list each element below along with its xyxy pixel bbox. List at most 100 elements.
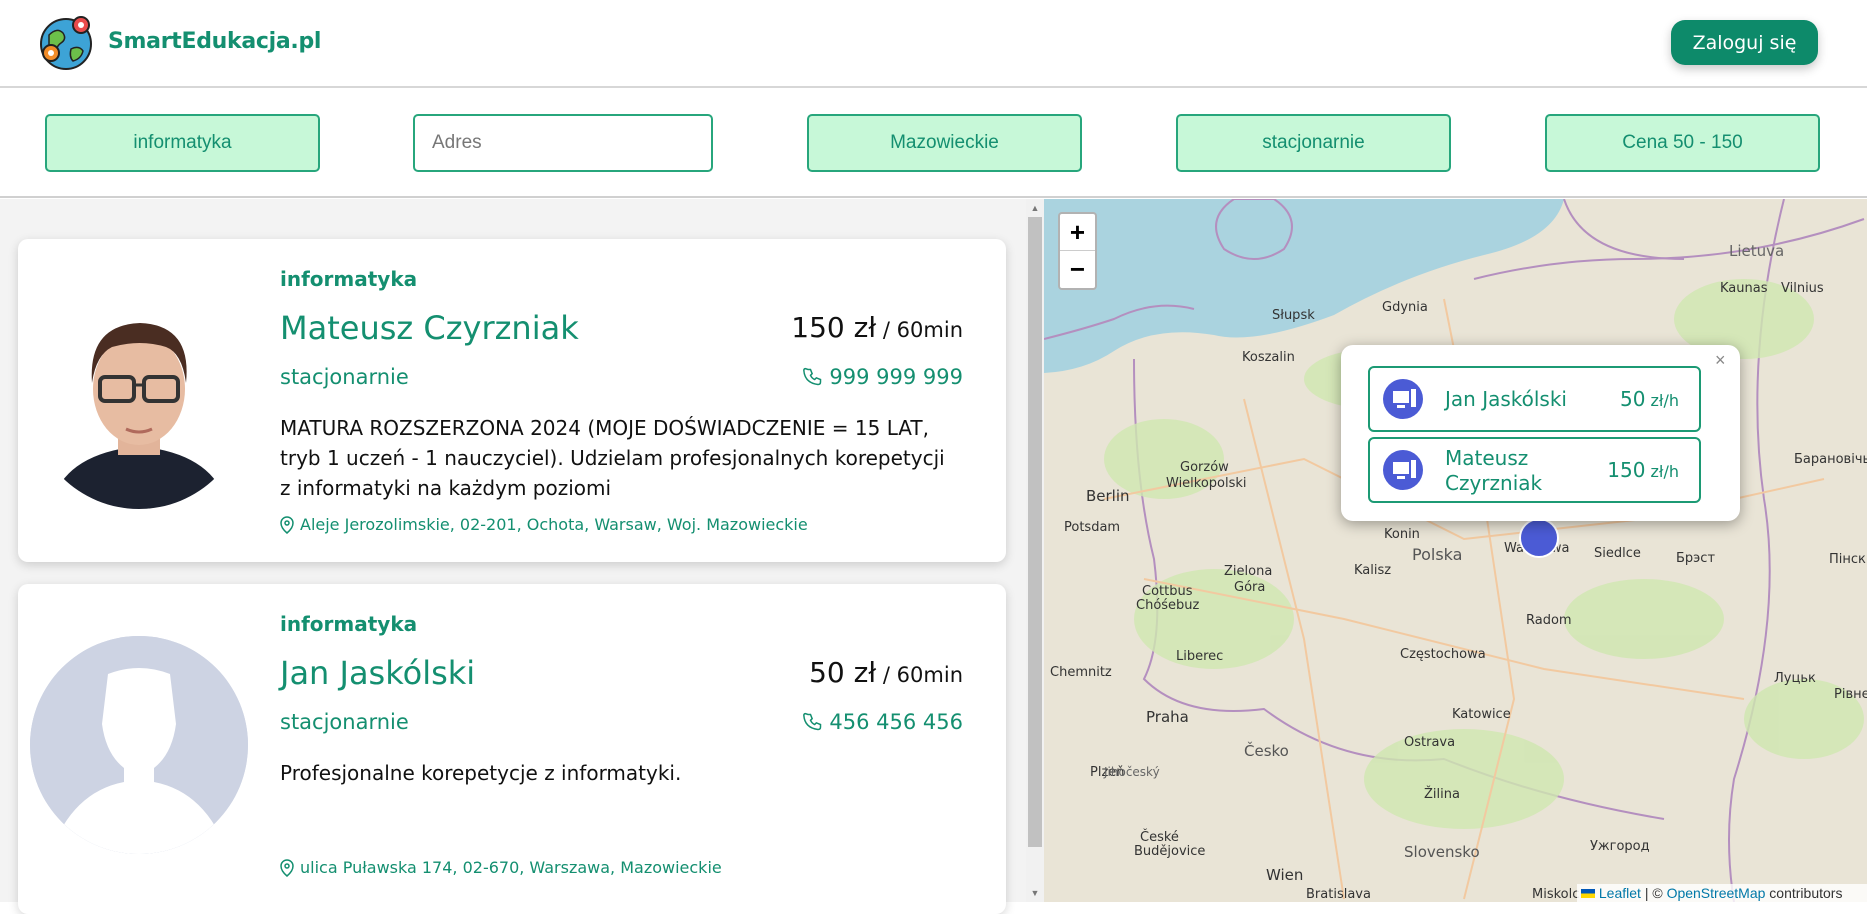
- tutor-price: 50 zł / 60min: [809, 656, 963, 689]
- tutor-subject: informatyka: [280, 267, 418, 291]
- leaflet-link[interactable]: Leaflet: [1599, 885, 1641, 901]
- svg-text:Miskolc: Miskolc: [1532, 887, 1579, 902]
- svg-text:Chóśebuz: Chóśebuz: [1136, 598, 1200, 613]
- price-unit: zł/h: [1645, 462, 1679, 481]
- svg-text:Lietuva: Lietuva: [1729, 242, 1784, 260]
- scrollbar-thumb[interactable]: [1028, 217, 1042, 847]
- popup-tutor-name: Mateusz Czyrzniak: [1445, 446, 1543, 495]
- map-attribution: Leaflet | © OpenStreetMap contributors: [1577, 884, 1867, 902]
- svg-text:Gdynia: Gdynia: [1382, 300, 1428, 315]
- svg-text:Wien: Wien: [1266, 866, 1303, 884]
- svg-text:Рівне: Рівне: [1834, 687, 1867, 702]
- price-value: 150: [1607, 458, 1646, 482]
- tutor-price: 150 zł / 60min: [791, 311, 963, 344]
- svg-text:Częstochowa: Częstochowa: [1400, 647, 1486, 662]
- svg-text:Budějovice: Budějovice: [1134, 844, 1205, 859]
- svg-text:Siedlce: Siedlce: [1594, 546, 1641, 561]
- price-value: 50 zł: [809, 656, 877, 689]
- price-value: 50: [1619, 387, 1646, 411]
- tutor-mode: stacjonarnie: [280, 365, 409, 389]
- svg-text:Vilnius: Vilnius: [1781, 281, 1824, 296]
- svg-text:Chemnitz: Chemnitz: [1050, 665, 1112, 680]
- svg-text:Kalisz: Kalisz: [1354, 563, 1391, 578]
- header: SmartEdukacja.pl Zaloguj się: [0, 0, 1867, 88]
- map[interactable]: Lietuva Kaunas Vilnius Słupsk Gdynia Kos…: [1044, 199, 1867, 902]
- tutor-description: MATURA ROZSZERZONA 2024 (MOJE DOŚWIADCZE…: [280, 416, 945, 500]
- svg-text:Słupsk: Słupsk: [1272, 308, 1315, 323]
- subject-filter[interactable]: informatyka: [45, 114, 320, 172]
- ukraine-flag-icon: [1581, 889, 1595, 898]
- svg-text:Liberec: Liberec: [1176, 649, 1223, 664]
- map-marker[interactable]: [1519, 518, 1559, 558]
- tutor-name[interactable]: Mateusz Czyrzniak: [280, 309, 579, 347]
- svg-text:Bratislava: Bratislava: [1306, 887, 1371, 902]
- svg-text:Пінск: Пінск: [1829, 552, 1866, 567]
- attribution-tail: contributors: [1765, 885, 1843, 901]
- svg-text:Góra: Góra: [1234, 580, 1265, 595]
- zoom-out-button[interactable]: −: [1060, 251, 1095, 288]
- phone-number[interactable]: 456 456 456: [829, 710, 963, 734]
- mode-filter[interactable]: stacjonarnie: [1176, 114, 1451, 172]
- svg-text:České: České: [1140, 829, 1179, 845]
- location-pin-icon: [280, 515, 294, 534]
- location-pin-icon: [280, 858, 294, 877]
- svg-text:Konin: Konin: [1384, 527, 1420, 542]
- default-avatar-icon: [30, 636, 248, 854]
- filter-bar: informatyka Adres Mazowieckie stacjonarn…: [0, 90, 1867, 198]
- popup-tutor-price: 150 zł/h: [1607, 458, 1679, 482]
- osm-link[interactable]: OpenStreetMap: [1667, 885, 1766, 901]
- svg-text:Potsdam: Potsdam: [1064, 520, 1120, 535]
- svg-text:Брэст: Брэст: [1676, 551, 1715, 566]
- svg-text:Slovensko: Slovensko: [1404, 843, 1480, 861]
- phone-number[interactable]: 999 999 999: [829, 365, 963, 389]
- tutor-card[interactable]: informatyka Mateusz Czyrzniak 150 zł / 6…: [18, 239, 1006, 562]
- svg-text:Gorzów: Gorzów: [1180, 460, 1229, 475]
- svg-text:Žilina: Žilina: [1424, 786, 1460, 802]
- scroll-down-icon[interactable]: ▼: [1028, 886, 1042, 900]
- tutor-description: Profesjonalne korepetycje z informatyki.: [280, 761, 682, 785]
- price-filter[interactable]: Cena 50 - 150: [1545, 114, 1820, 172]
- popup-tutor-name: Jan Jaskólski: [1445, 387, 1567, 411]
- svg-text:Ужгород: Ужгород: [1590, 839, 1650, 854]
- svg-text:Cottbus: Cottbus: [1142, 584, 1193, 599]
- phone-icon: [803, 712, 822, 731]
- svg-text:Praha: Praha: [1146, 708, 1189, 726]
- tutor-address: ulica Puławska 174, 02-670, Warszawa, Ma…: [280, 858, 722, 877]
- svg-text:Katowice: Katowice: [1452, 707, 1511, 722]
- price-per: / 60min: [876, 663, 963, 687]
- svg-text:Wielkopolski: Wielkopolski: [1166, 476, 1247, 491]
- tutor-subject: informatyka: [280, 612, 418, 636]
- popup-item[interactable]: Jan Jaskólski 50 zł/h: [1368, 366, 1701, 432]
- svg-text:Kaunas: Kaunas: [1720, 281, 1768, 296]
- popup-item[interactable]: Mateusz Czyrzniak 150 zł/h: [1368, 437, 1701, 503]
- svg-text:Berlin: Berlin: [1086, 487, 1130, 505]
- svg-text:Барановічы: Барановічы: [1794, 452, 1867, 467]
- phone-icon: [803, 367, 822, 386]
- attribution-separator: | ©: [1640, 885, 1667, 901]
- svg-text:Луцьк: Луцьк: [1774, 671, 1816, 686]
- login-button[interactable]: Zaloguj się: [1671, 20, 1818, 65]
- brand-name[interactable]: SmartEdukacja.pl: [108, 29, 321, 54]
- tutor-card[interactable]: informatyka Jan Jaskólski 50 zł / 60min …: [18, 584, 1006, 914]
- svg-text:Česko: Česko: [1244, 741, 1289, 760]
- price-unit: zł/h: [1645, 391, 1679, 410]
- price-per: / 60min: [876, 318, 963, 342]
- tutor-phone[interactable]: 999 999 999: [803, 365, 963, 389]
- tutor-photo: [30, 291, 248, 509]
- map-zoom-control: + −: [1058, 212, 1097, 290]
- tutor-address: Aleje Jerozolimskie, 02-201, Ochota, War…: [280, 515, 808, 534]
- svg-text:Zielona: Zielona: [1224, 564, 1272, 579]
- svg-text:Polska: Polska: [1412, 545, 1462, 564]
- tutor-name[interactable]: Jan Jaskólski: [280, 654, 475, 692]
- tutor-mode: stacjonarnie: [280, 710, 409, 734]
- svg-text:Jihočeský: Jihočeský: [1103, 765, 1160, 779]
- tutor-phone[interactable]: 456 456 456: [803, 710, 963, 734]
- globe-logo-icon[interactable]: [37, 13, 95, 71]
- scroll-up-icon[interactable]: ▲: [1028, 201, 1042, 215]
- svg-text:Ostrava: Ostrava: [1404, 735, 1455, 750]
- address-input[interactable]: Adres: [413, 114, 713, 172]
- region-filter[interactable]: Mazowieckie: [807, 114, 1082, 172]
- zoom-in-button[interactable]: +: [1060, 214, 1095, 251]
- svg-text:Koszalin: Koszalin: [1242, 350, 1295, 365]
- popup-close-button[interactable]: ×: [1715, 350, 1726, 371]
